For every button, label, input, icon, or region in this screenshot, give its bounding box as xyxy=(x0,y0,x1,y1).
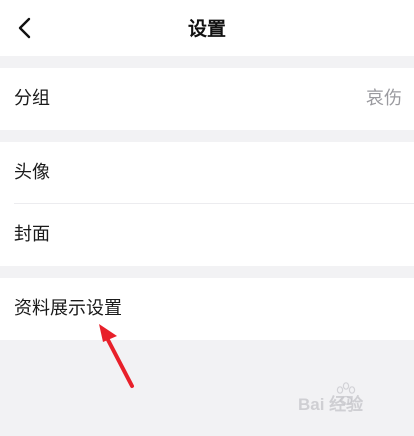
setting-row-avatar[interactable]: 头像 xyxy=(0,142,414,204)
setting-row-profile-display[interactable]: 资料展示设置 xyxy=(0,278,414,340)
watermark-text: Bai 经验 xyxy=(298,394,364,414)
annotation-arrow-icon xyxy=(99,324,134,388)
settings-group-profile-display: 资料展示设置 xyxy=(0,278,414,340)
page-title: 设置 xyxy=(187,18,226,40)
baidu-jingyan-watermark: Bai 经验 xyxy=(298,382,364,414)
setting-row-label: 封面 xyxy=(14,224,50,245)
chevron-left-icon xyxy=(18,17,31,39)
setting-row-group[interactable]: 分组 哀伤 xyxy=(0,68,414,130)
settings-group-grouping: 分组 哀伤 xyxy=(0,68,414,130)
settings-group-appearance: 头像 封面 xyxy=(0,142,414,266)
setting-row-label: 分组 xyxy=(14,88,50,109)
setting-row-value: 哀伤 xyxy=(366,88,402,109)
nav-bar: 设置 xyxy=(0,0,414,56)
setting-row-cover[interactable]: 封面 xyxy=(0,204,414,266)
back-button[interactable] xyxy=(8,12,40,44)
setting-row-label: 头像 xyxy=(14,162,50,183)
